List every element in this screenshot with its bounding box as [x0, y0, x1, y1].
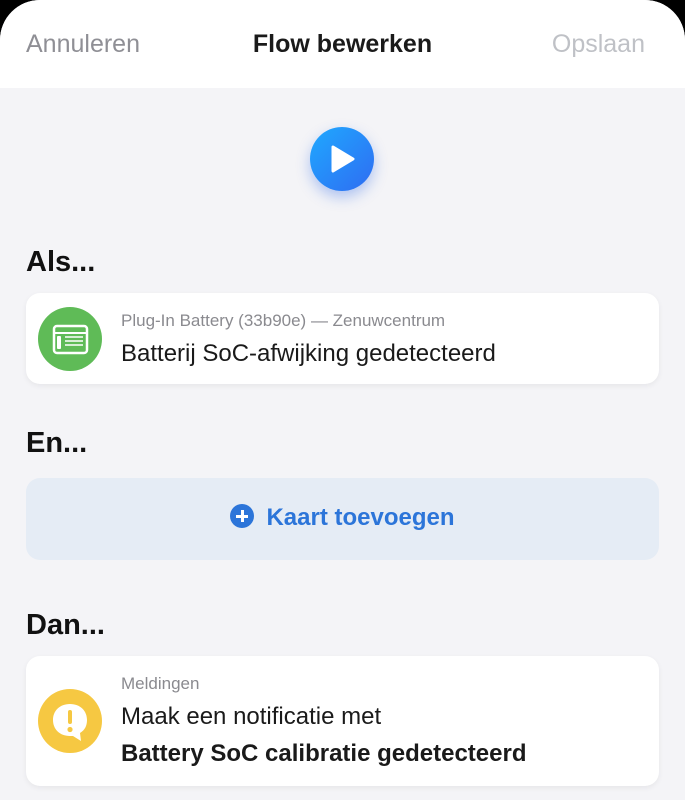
battery-device-icon: [38, 307, 102, 371]
save-button[interactable]: Opslaan: [552, 30, 645, 59]
action-line1: Maak een notificatie met: [121, 703, 382, 730]
play-button[interactable]: [310, 127, 374, 191]
then-section-label: Dan...: [26, 609, 105, 641]
add-card-label: Kaart toevoegen: [266, 504, 455, 531]
flow-editor-sheet: Annuleren Flow bewerken Opslaan Als... P…: [0, 0, 685, 800]
action-line2: Battery SoC calibratie gedetecteerd: [121, 740, 527, 767]
play-icon: [331, 145, 355, 173]
top-bar: Annuleren Flow bewerken Opslaan: [0, 0, 685, 88]
trigger-title: Batterij SoC-afwijking gedetecteerd: [121, 340, 496, 367]
action-card[interactable]: Meldingen Maak een notificatie met Batte…: [26, 656, 659, 786]
action-category-label: Meldingen: [121, 674, 200, 693]
notification-icon: [38, 689, 102, 753]
if-section-label: Als...: [26, 246, 96, 278]
trigger-card[interactable]: Plug-In Battery (33b90e) — Zenuwcentrum …: [26, 293, 659, 384]
trigger-device-label: Plug-In Battery (33b90e) — Zenuwcentrum: [121, 311, 446, 330]
add-card-button[interactable]: Kaart toevoegen: [26, 478, 659, 560]
plus-circle-icon: [230, 504, 255, 528]
and-section-label: En...: [26, 427, 88, 459]
